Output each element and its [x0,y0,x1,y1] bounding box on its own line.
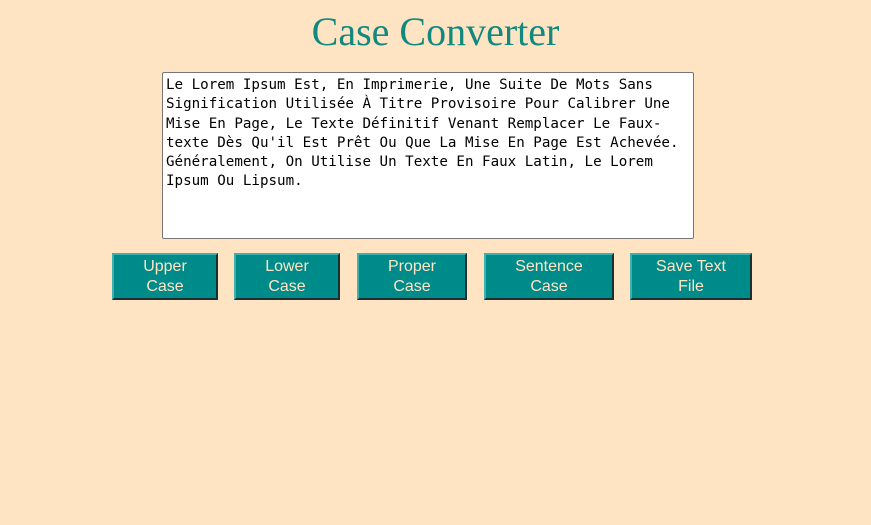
lower-case-button[interactable]: Lower Case [234,253,340,300]
upper-case-label-line1: Upper [143,257,187,275]
text-input[interactable]: Le Lorem Ipsum Est, En Imprimerie, Une S… [162,72,694,239]
proper-case-button[interactable]: Proper Case [357,253,467,300]
lower-case-label-line1: Lower [265,257,309,275]
sentence-case-button[interactable]: Sentence Case [484,253,614,300]
sentence-case-label-line1: Sentence [515,257,583,275]
upper-case-button[interactable]: Upper Case [112,253,218,300]
upper-case-label-line2: Case [146,277,184,295]
proper-case-label-line2: Case [393,277,431,295]
page-title: Case Converter [311,9,560,54]
proper-case-label-line1: Proper [387,257,437,275]
lower-case-label-line2: Case [268,277,306,295]
sentence-case-label-line2: Case [530,277,568,295]
save-text-file-label-line2: File [678,277,704,295]
save-text-file-label-line1: Save Text [656,257,726,275]
save-text-file-button[interactable]: Save Text File [630,253,752,300]
